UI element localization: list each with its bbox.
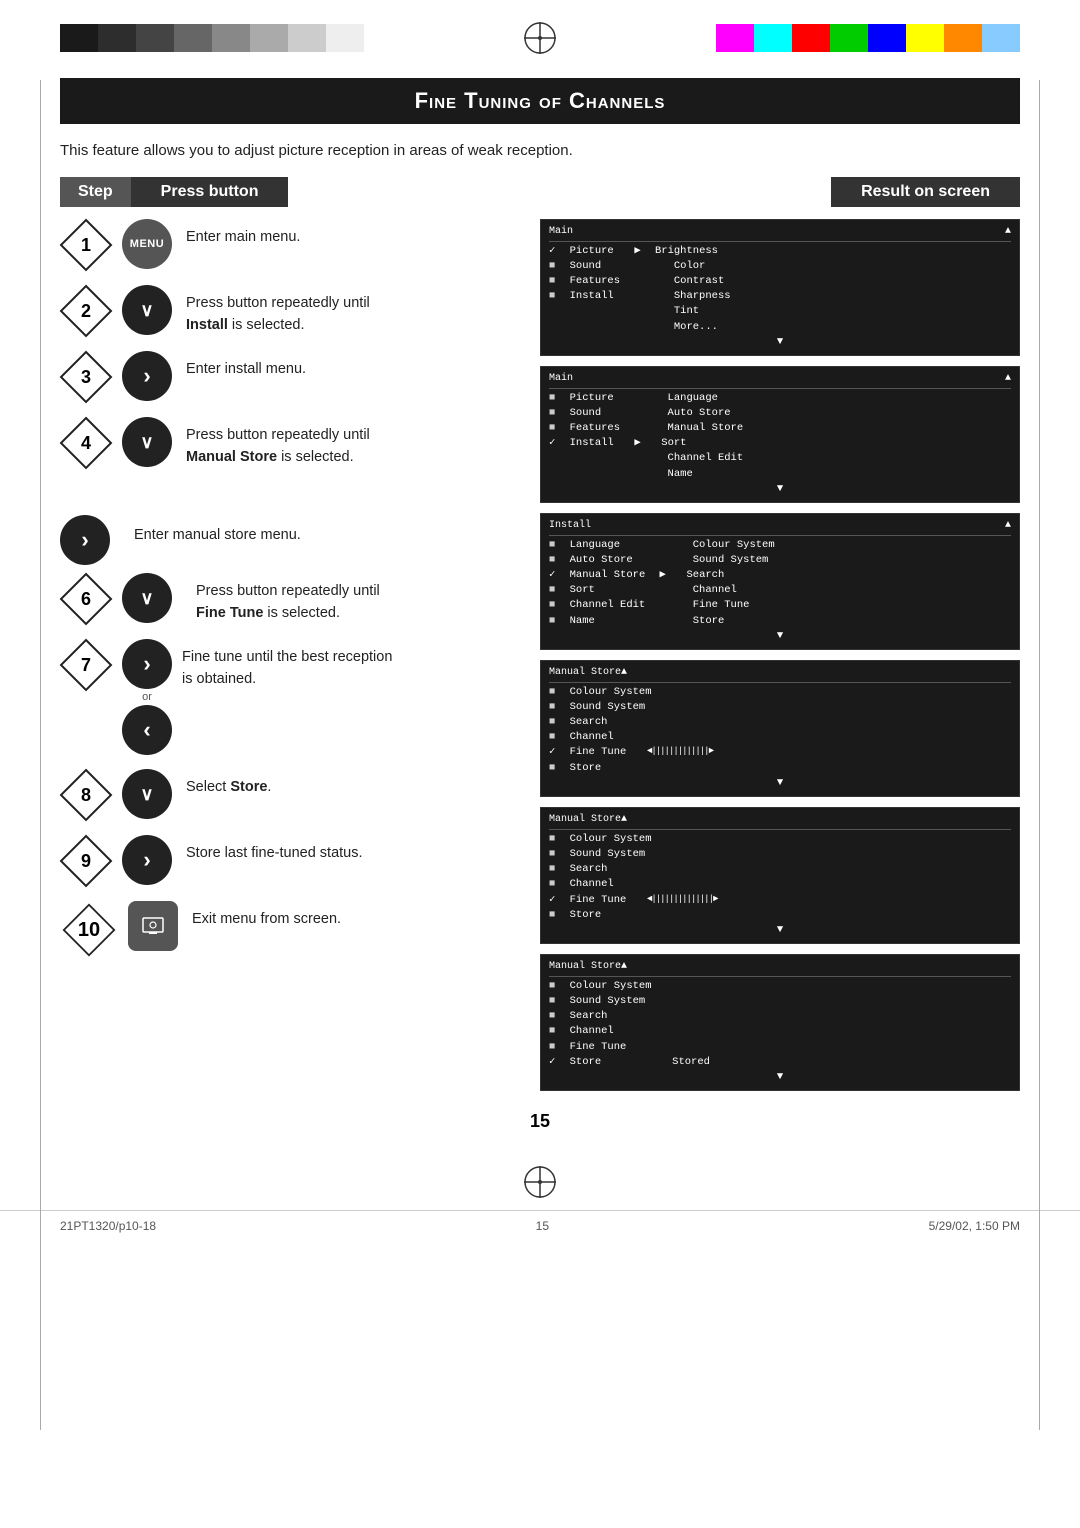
or-label: or	[142, 691, 152, 703]
step-8-number: 8	[60, 769, 112, 821]
subtitle: This feature allows you to adjust pictur…	[60, 142, 1020, 159]
step-7-text: Fine tune until the best receptionis obt…	[182, 639, 392, 691]
step-4-row: 4 ∨ Press button repeatedly until Manual…	[60, 417, 520, 469]
right-button-3[interactable]: ›	[122, 351, 172, 401]
footer-center: 15	[536, 1219, 549, 1233]
page-title: Fine Tuning of Channels	[60, 78, 1020, 124]
color-bar-3	[136, 24, 174, 52]
down-button-2[interactable]: ∨	[122, 285, 172, 335]
down-button-8[interactable]: ∨	[122, 769, 172, 819]
step-56-row: › Enter manual store menu. 6 ∨ Press but	[60, 515, 520, 625]
screen-5: Manual Store▲ ■ Colour System ■ Sound Sy…	[540, 807, 1020, 944]
step-4-number: 4	[60, 417, 112, 469]
step-8-text: Select Store.	[186, 769, 271, 799]
screen1-arrow: ▲	[1005, 225, 1011, 240]
right-button-9[interactable]: ›	[122, 835, 172, 885]
step-2-row: 2 ∨ Press button repeatedly until Instal…	[60, 285, 520, 337]
left-color-bars	[60, 24, 364, 52]
step-3-number: 3	[60, 351, 112, 403]
step-10-row: 10 Exit menu from screen.	[60, 901, 520, 959]
color-bar-2	[98, 24, 136, 52]
content-columns: 1 MENU Enter main menu. 2 ∨ Press button…	[60, 219, 1020, 1101]
screen3-title: Install	[549, 519, 591, 534]
step-10-text: Exit menu from screen.	[192, 901, 341, 931]
result-header: Result on screen	[831, 177, 1020, 207]
color-bar-4	[174, 24, 212, 52]
color-bar-r5	[868, 24, 906, 52]
column-headers: Step Press button Result on screen	[60, 177, 1020, 207]
step-9-text: Store last fine-tuned status.	[186, 835, 363, 865]
color-bar-r3	[792, 24, 830, 52]
left-button-7[interactable]: ‹	[122, 705, 172, 755]
right-button-7[interactable]: ›	[122, 639, 172, 689]
side-line-right	[1038, 80, 1040, 1430]
color-bar-5	[212, 24, 250, 52]
step-7-number: 7	[60, 639, 112, 691]
color-bar-r2	[754, 24, 792, 52]
step-9-number: 9	[60, 835, 112, 887]
screen2-arrow: ▲	[1005, 372, 1011, 387]
screen-4: Manual Store▲ ■ Colour System ■ Sound Sy…	[540, 660, 1020, 797]
screen-6: Manual Store▲ ■ Colour System ■ Sound Sy…	[540, 954, 1020, 1091]
right-button-5[interactable]: ›	[60, 515, 110, 565]
screen4-title: Manual Store▲	[549, 666, 627, 681]
step-3-text: Enter install menu.	[186, 351, 306, 381]
color-bar-r1	[716, 24, 754, 52]
footer: 21PT1320/p10-18 15 5/29/02, 1:50 PM	[0, 1210, 1080, 1241]
step-6-number: 6	[60, 573, 112, 625]
screen3-arrow: ▲	[1005, 519, 1011, 534]
step-3-row: 3 › Enter install menu.	[60, 351, 520, 403]
color-bar-8	[326, 24, 364, 52]
step-1-row: 1 MENU Enter main menu.	[60, 219, 520, 271]
side-line-left	[40, 80, 42, 1430]
color-bar-r7	[944, 24, 982, 52]
menu-button[interactable]: MENU	[122, 219, 172, 269]
screens-column: Main ▲ ✓ Picture ▶ Brightness ■ Sound Co…	[540, 219, 1020, 1101]
color-bar-r4	[830, 24, 868, 52]
main-content: Fine Tuning of Channels This feature all…	[0, 68, 1080, 1160]
right-color-bars	[716, 24, 1020, 52]
press-button-header: Press button	[131, 177, 289, 207]
crosshair-bottom	[0, 1164, 1080, 1200]
step-6-text: Press button repeatedly until Fine Tune …	[196, 573, 380, 625]
step-1-number: 1	[60, 219, 112, 271]
step-header: Step	[60, 177, 131, 207]
page-number: 15	[60, 1111, 1020, 1132]
screen1-title: Main	[549, 225, 573, 240]
step-10-number: 10	[60, 901, 118, 959]
step-7-row: 7 › or ‹ Fine tune until the best recept…	[60, 639, 520, 755]
step-8-row: 8 ∨ Select Store.	[60, 769, 520, 821]
steps-column: 1 MENU Enter main menu. 2 ∨ Press button…	[60, 219, 540, 1101]
screen6-title: Manual Store▲	[549, 960, 627, 975]
screen2-title: Main	[549, 372, 573, 387]
screen5-title: Manual Store▲	[549, 813, 627, 828]
step-2-text: Press button repeatedly until Install is…	[186, 285, 370, 337]
screen-2: Main ▲ ■ Picture Language ■ Sound Auto S…	[540, 366, 1020, 503]
down-button-6[interactable]: ∨	[122, 573, 172, 623]
step-2-number: 2	[60, 285, 112, 337]
footer-left: 21PT1320/p10-18	[60, 1219, 156, 1233]
screen-3: Install ▲ ■ Language Colour System ■ Aut…	[540, 513, 1020, 650]
color-bar-7	[288, 24, 326, 52]
color-bar-6	[250, 24, 288, 52]
color-bar-1	[60, 24, 98, 52]
step-9-row: 9 › Store last fine-tuned status.	[60, 835, 520, 887]
color-bar-r8	[982, 24, 1020, 52]
step-4-text: Press button repeatedly until Manual Sto…	[186, 417, 370, 469]
footer-right: 5/29/02, 1:50 PM	[929, 1219, 1020, 1233]
crosshair-top	[520, 18, 560, 58]
step-5-text-real: Enter manual store menu.	[134, 515, 301, 547]
screen-1: Main ▲ ✓ Picture ▶ Brightness ■ Sound Co…	[540, 219, 1020, 356]
step-1-text: Enter main menu.	[186, 219, 300, 249]
top-color-bars	[0, 0, 1080, 68]
tv-button[interactable]	[128, 901, 178, 951]
down-button-4[interactable]: ∨	[122, 417, 172, 467]
color-bar-r6	[906, 24, 944, 52]
